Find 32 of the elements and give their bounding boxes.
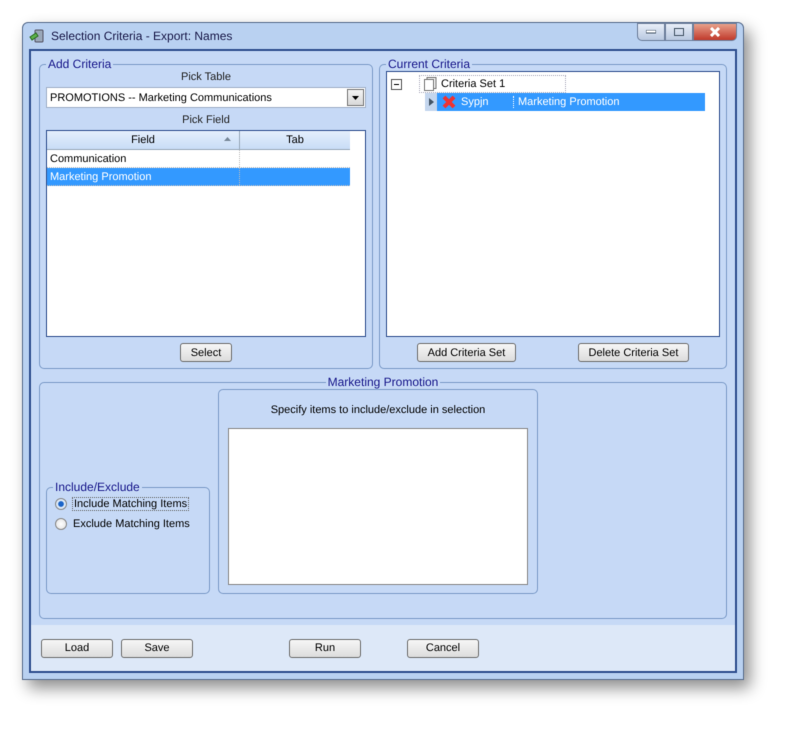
minimize-button[interactable]: [637, 23, 665, 41]
delete-criteria-set-button[interactable]: Delete Criteria Set: [578, 343, 690, 362]
items-label: Specify items to include/exclude in selection: [270, 404, 486, 416]
close-button[interactable]: [693, 23, 737, 41]
run-button[interactable]: Run: [289, 638, 361, 658]
load-button[interactable]: Load: [41, 638, 113, 658]
maximize-icon: [674, 28, 684, 36]
group-title: Add Criteria: [47, 57, 112, 71]
window-title: Selection Criteria - Export: Names: [51, 29, 232, 43]
table-dropdown[interactable]: PROMOTIONS -- Marketing Communications: [46, 87, 366, 108]
save-button[interactable]: Save: [121, 638, 193, 658]
column-header[interactable]: Field: [47, 131, 240, 149]
minimize-icon: [646, 30, 656, 34]
add-criteria-set-button[interactable]: Add Criteria Set: [416, 343, 516, 362]
pick-field-label: Pick Field: [181, 114, 231, 126]
sort-arrow-icon: [224, 137, 231, 141]
cancel-button[interactable]: Cancel: [407, 638, 479, 658]
group-title: Marketing Promotion: [326, 375, 440, 389]
row-pointer-icon: [428, 98, 434, 106]
document-icon: [424, 77, 437, 91]
select-button[interactable]: Select: [180, 343, 232, 362]
close-icon: [709, 27, 721, 37]
maximize-button[interactable]: [665, 23, 693, 41]
delete-x-icon: [441, 94, 457, 110]
group-title: Include/Exclude: [54, 480, 141, 494]
dropdown-arrow-icon: [352, 96, 359, 100]
group-title: Current Criteria: [387, 57, 472, 71]
app-icon: [29, 28, 45, 44]
column-header[interactable]: Tab: [240, 131, 350, 149]
collapse-icon[interactable]: [391, 78, 402, 90]
radio-option[interactable]: Exclude Matching Items: [53, 514, 203, 534]
pick-table-label: Pick Table: [180, 71, 232, 83]
